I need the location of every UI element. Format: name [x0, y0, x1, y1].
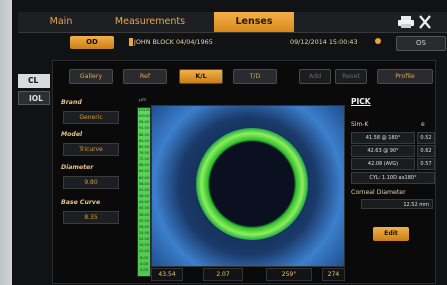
map-readouts: 43.54 2.07 259° 274	[151, 268, 345, 281]
scale-tick: 72.00	[138, 157, 150, 162]
ref-button[interactable]: Ref	[123, 69, 167, 84]
top-tab-bar: Main Measurements Lenses	[18, 12, 447, 33]
e-label: e	[421, 121, 425, 128]
reset-button[interactable]: Reset	[335, 69, 367, 84]
scale-tick: 52.00	[138, 187, 150, 192]
simk-row-1: 41.58 @ 180°	[351, 132, 415, 144]
cyl-value: CYL: 1.10D ax180°	[351, 172, 435, 184]
caret-icon	[129, 38, 133, 46]
readout-depth: 274	[322, 268, 345, 281]
os-button[interactable]: OS	[396, 36, 446, 51]
e-row-2: 0.62	[417, 145, 435, 157]
scale-tick: 48.00	[138, 194, 150, 199]
edit-button[interactable]: Edit	[373, 227, 409, 241]
clock-icon	[375, 38, 381, 44]
model-field[interactable]: Tricurve	[63, 143, 119, 156]
scale-tick: 24.00	[138, 230, 150, 235]
tab-measurements[interactable]: Measurements	[110, 12, 190, 32]
scale-tick: 16.00	[138, 243, 150, 248]
simk-label: Sim-K	[351, 121, 369, 128]
scale-tick: 20.00	[138, 237, 150, 242]
color-scale: 104.00 100.00 96.00 92.00 88.00 84.00 80.00 76.…	[137, 107, 151, 277]
scale-tick: 64.00	[138, 169, 150, 174]
pick-title: PICK	[351, 97, 371, 106]
scale-tick: 40.00	[138, 206, 150, 211]
scale-tick: 104.00	[138, 108, 151, 112]
scale-unit: μm	[139, 98, 147, 103]
readout-k: 43.54	[151, 268, 183, 281]
exam-datetime: 09/12/2014 15:00:43	[290, 38, 358, 46]
patient-name: JOHN BLOCK 04/04/1965	[134, 38, 213, 46]
print-icon[interactable]	[398, 16, 414, 28]
diameter-field[interactable]: 9.80	[63, 176, 119, 189]
fluorescein-map[interactable]	[151, 105, 345, 267]
add-button[interactable]: Add	[299, 69, 331, 84]
basecurve-field[interactable]: 8.35	[63, 211, 119, 224]
kl-button[interactable]: K/L	[179, 69, 223, 84]
corneal-diameter-label: Corneal Diameter	[351, 189, 406, 196]
close-icon[interactable]	[418, 14, 432, 30]
lens-panel: Gallery Ref K/L T/D Add Reset Profile Br…	[52, 60, 436, 284]
scale-tick: 60.00	[138, 175, 150, 180]
scale-tick: 80.00	[138, 144, 150, 149]
side-tab-iol[interactable]: IOL	[18, 91, 50, 105]
tab-main[interactable]: Main	[42, 12, 80, 32]
readout-clearance: 2.07	[203, 268, 243, 281]
scale-tick: 96.00	[138, 120, 150, 125]
simk-row-3: 42.08 (AVG)	[351, 158, 415, 170]
scale-tick: 0.00	[139, 267, 148, 272]
scale-tick: 4.00	[139, 261, 148, 266]
simk-row-2: 42.63 @ 90°	[351, 145, 415, 157]
scale-tick: 28.00	[138, 224, 150, 229]
brand-label: Brand	[61, 99, 82, 106]
scale-tick: 32.00	[138, 218, 150, 223]
scale-tick: 92.00	[138, 126, 150, 131]
e-row-1: 0.52	[417, 132, 435, 144]
scale-tick: 68.00	[138, 163, 150, 168]
readout-angle: 259°	[266, 268, 312, 281]
model-label: Model	[61, 131, 83, 138]
scale-tick: 8.00	[139, 255, 148, 260]
lens-ring	[196, 128, 308, 240]
profile-button[interactable]: Profile	[377, 69, 433, 84]
basecurve-label: Base Curve	[61, 199, 101, 206]
corneal-diameter-value: 12.52 mm	[361, 199, 433, 209]
od-button[interactable]: OD	[70, 36, 114, 49]
side-tab-cl[interactable]: CL	[18, 74, 50, 88]
patient-bar: OD JOHN BLOCK 04/04/1965 09/12/2014 15:0…	[18, 35, 447, 51]
tab-lenses[interactable]: Lenses	[214, 12, 294, 32]
scale-tick: 84.00	[138, 138, 150, 143]
brand-field[interactable]: Generic	[63, 111, 119, 124]
scale-tick: 56.00	[138, 181, 150, 186]
diameter-label: Diameter	[61, 164, 94, 171]
scale-tick: 100.00	[138, 114, 151, 119]
e-row-3: 0.57	[417, 158, 435, 170]
app-window: Main Measurements Lenses OD JOHN BLOCK 0…	[0, 0, 447, 285]
scale-tick: 12.00	[138, 249, 150, 254]
td-button[interactable]: T/D	[233, 69, 277, 84]
scale-tick: 76.00	[138, 151, 150, 156]
gallery-button[interactable]: Gallery	[69, 69, 113, 84]
scale-tick: 88.00	[138, 132, 150, 137]
scale-tick: 36.00	[138, 212, 150, 217]
scale-tick: 44.00	[138, 200, 150, 205]
